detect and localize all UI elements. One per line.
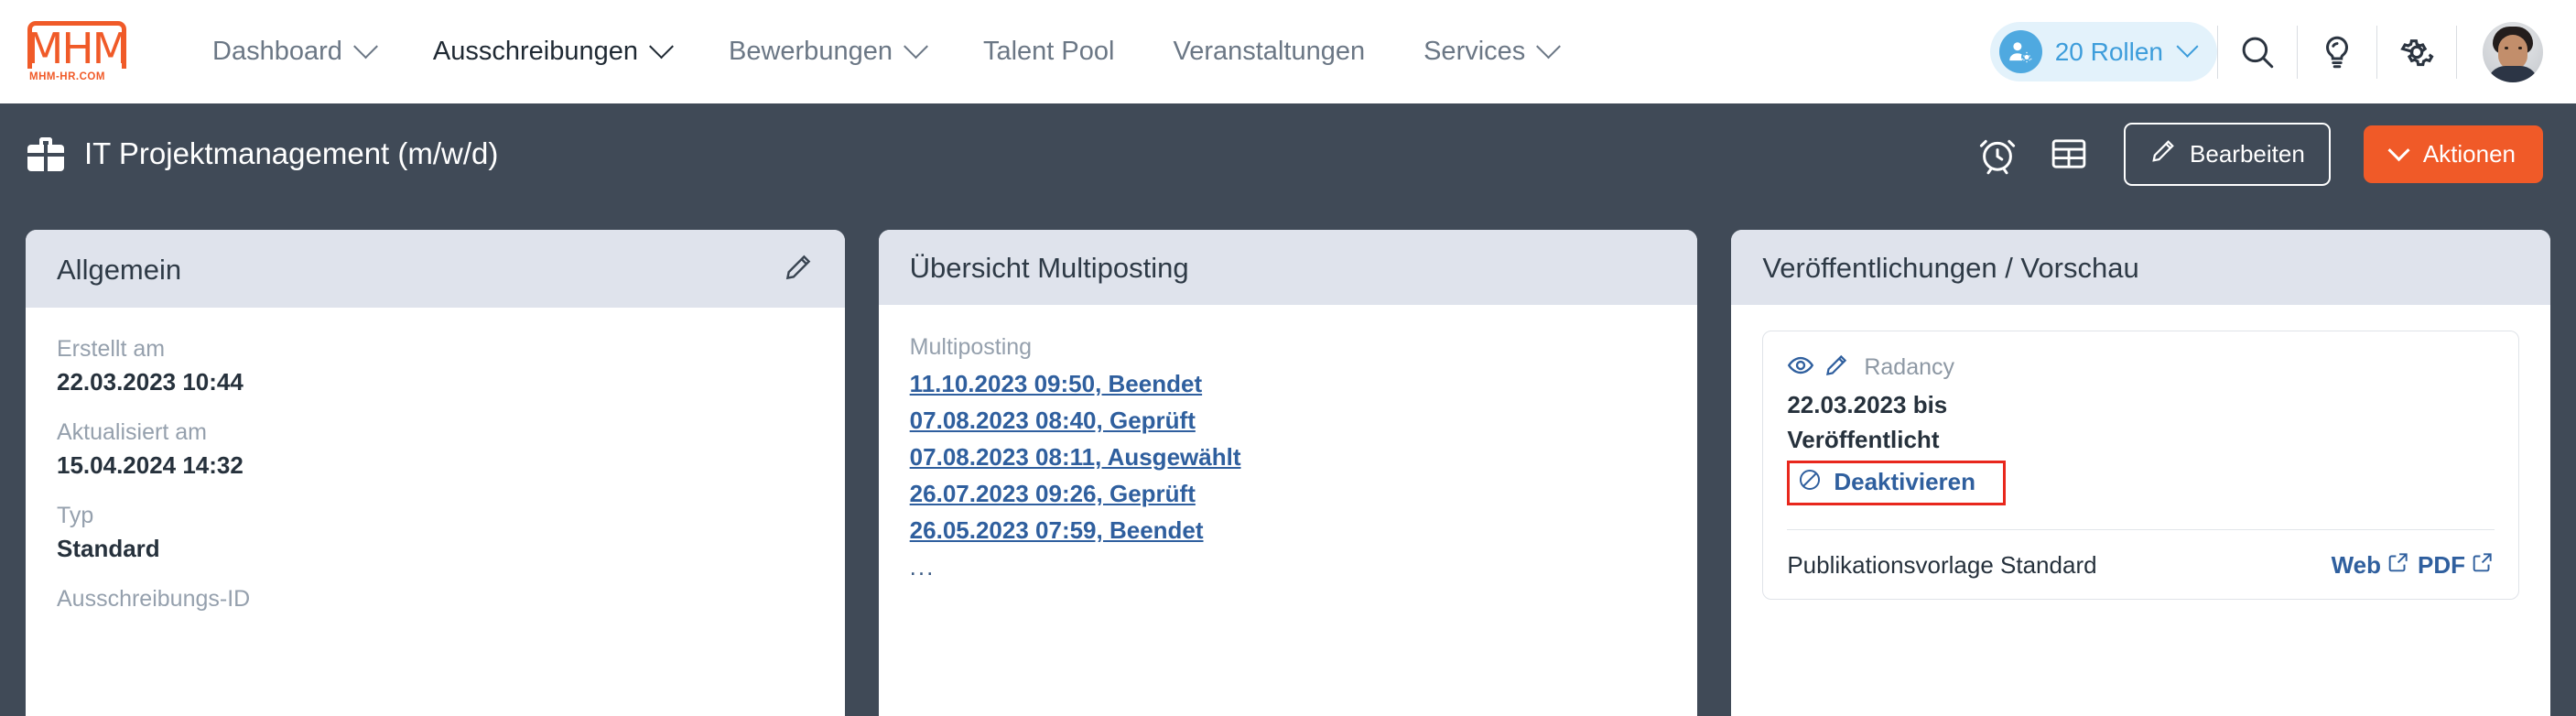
card-title: Veröffentlichungen / Vorschau bbox=[1762, 252, 2139, 284]
main-menu: Dashboard Ausschreibungen Bewerbungen Ta… bbox=[183, 34, 1586, 67]
field-value: 22.03.2023 10:44 bbox=[57, 368, 244, 396]
cards-row: Allgemein Erstellt am 22.03.2023 10:44 A… bbox=[0, 204, 2576, 716]
pencil-icon[interactable] bbox=[1824, 353, 1849, 383]
roles-label: 20 Rollen bbox=[2054, 37, 2163, 66]
logo-subtitle: MHM-HR.COM bbox=[29, 71, 105, 82]
avatar[interactable] bbox=[2483, 21, 2543, 82]
card-title: Übersicht Multiposting bbox=[909, 252, 1189, 284]
top-navigation-bar: MHM MHM-HR.COM Dashboard Ausschreibungen… bbox=[0, 0, 2576, 103]
list-item[interactable]: 26.07.2023 09:26, Geprüft bbox=[910, 475, 1667, 512]
deactivate-label: Deaktivieren bbox=[1834, 468, 1975, 495]
publication-state: Veröffentlicht bbox=[1787, 426, 1940, 453]
lightbulb-icon[interactable] bbox=[2298, 25, 2376, 80]
card-header: Allgemein bbox=[26, 230, 845, 308]
external-link-icon bbox=[2387, 550, 2410, 580]
card-body: Radancy 22.03.2023 bis Veröffentlicht De… bbox=[1731, 305, 2550, 716]
search-icon[interactable] bbox=[2218, 25, 2297, 80]
field-ausschreibungs-id: Ausschreibungs-ID bbox=[57, 583, 814, 614]
field-label: Aktualisiert am bbox=[57, 419, 207, 445]
publication-links: Web PDF bbox=[2332, 550, 2495, 580]
card-title: Allgemein bbox=[57, 253, 182, 286]
nav-item-veranstaltungen[interactable]: Veranstaltungen bbox=[1143, 37, 1394, 67]
user-gear-icon bbox=[1998, 30, 2042, 73]
field-typ: Typ Standard bbox=[57, 500, 814, 566]
card-header: Veröffentlichungen / Vorschau bbox=[1731, 230, 2551, 305]
page-title-actions: Bearbeiten Aktionen bbox=[1974, 122, 2543, 186]
ban-icon bbox=[1797, 467, 1823, 497]
publication-template-label: Publikationsvorlage Standard bbox=[1787, 551, 2097, 579]
card-body: Multiposting 11.10.2023 09:50, Beendet 0… bbox=[879, 305, 1698, 716]
card-uebersicht-multiposting: Übersicht Multiposting Multiposting 11.1… bbox=[878, 230, 1698, 716]
nav-item-label: Talent Pool bbox=[982, 37, 1115, 66]
chevron-down-icon bbox=[1536, 34, 1562, 60]
mhm-logo[interactable]: MHM MHM-HR.COM bbox=[27, 16, 135, 89]
multiposting-label: Multiposting bbox=[909, 334, 1033, 360]
alarm-clock-icon[interactable] bbox=[1974, 130, 2021, 178]
chevron-down-icon bbox=[649, 34, 674, 60]
pdf-link[interactable]: PDF bbox=[2418, 550, 2495, 580]
nav-item-talent-pool[interactable]: Talent Pool bbox=[954, 37, 1144, 67]
list-item[interactable]: 26.05.2023 07:59, Beendet bbox=[910, 512, 1667, 548]
nav-item-dashboard[interactable]: Dashboard bbox=[183, 34, 404, 67]
web-link-label: Web bbox=[2331, 551, 2382, 579]
publication-box: Radancy 22.03.2023 bis Veröffentlicht De… bbox=[1762, 331, 2520, 600]
field-label: Typ bbox=[57, 503, 94, 528]
roles-selector[interactable]: 20 Rollen bbox=[1989, 22, 2217, 81]
publication-footer: Publikationsvorlage Standard Web PDF bbox=[1787, 530, 2495, 580]
pdf-link-label: PDF bbox=[2418, 551, 2466, 579]
chevron-down-icon bbox=[2387, 138, 2410, 161]
list-more-indicator: ... bbox=[909, 553, 936, 580]
nav-item-label: Services bbox=[1423, 37, 1526, 66]
card-veroeffentlichungen: Veröffentlichungen / Vorschau Radancy 22… bbox=[1731, 230, 2551, 716]
chevron-down-icon bbox=[352, 34, 378, 60]
card-header: Übersicht Multiposting bbox=[878, 230, 1698, 305]
list-item[interactable]: 11.10.2023 09:50, Beendet bbox=[910, 365, 1667, 402]
nav-item-label: Veranstaltungen bbox=[1173, 37, 1366, 66]
avatar-eye bbox=[2505, 46, 2508, 49]
publication-vendor: Radancy bbox=[1864, 354, 1955, 380]
list-item[interactable]: 07.08.2023 08:11, Ausgewählt bbox=[910, 439, 1667, 475]
publication-header-row: Radancy bbox=[1787, 352, 2495, 384]
eye-icon[interactable] bbox=[1787, 352, 1814, 384]
pencil-icon[interactable] bbox=[783, 252, 814, 287]
web-link[interactable]: Web bbox=[2332, 550, 2410, 580]
logo-letters: MHM bbox=[27, 24, 126, 69]
avatar-face bbox=[2498, 34, 2527, 70]
nav-item-bewerbungen[interactable]: Bewerbungen bbox=[699, 34, 954, 67]
avatar-eye bbox=[2518, 46, 2522, 49]
field-erstellt-am: Erstellt am 22.03.2023 10:44 bbox=[57, 333, 814, 399]
edit-button[interactable]: Bearbeiten bbox=[2124, 122, 2331, 186]
pencil-icon bbox=[2149, 137, 2177, 171]
top-nav-right-group: 20 Rollen bbox=[1989, 21, 2543, 82]
divider bbox=[2456, 25, 2457, 79]
page-title-bar: IT Projektmanagement (m/w/d) Bearbeiten … bbox=[0, 103, 2576, 204]
card-body: Erstellt am 22.03.2023 10:44 Aktualisier… bbox=[26, 308, 845, 716]
list-item[interactable]: 07.08.2023 08:40, Geprüft bbox=[910, 402, 1667, 439]
card-allgemein: Allgemein Erstellt am 22.03.2023 10:44 A… bbox=[26, 230, 845, 716]
publication-date: 22.03.2023 bis bbox=[1787, 391, 1948, 418]
external-link-icon bbox=[2471, 550, 2495, 580]
field-label: Erstellt am bbox=[57, 336, 166, 362]
briefcase-icon bbox=[27, 136, 64, 171]
gear-icon[interactable] bbox=[2377, 25, 2456, 80]
nav-item-label: Ausschreibungen bbox=[432, 37, 638, 66]
avatar-body bbox=[2487, 65, 2538, 82]
field-aktualisiert-am: Aktualisiert am 15.04.2024 14:32 bbox=[57, 417, 814, 483]
page-title: IT Projektmanagement (m/w/d) bbox=[84, 136, 499, 170]
actions-button-label: Aktionen bbox=[2422, 139, 2516, 168]
nav-item-ausschreibungen[interactable]: Ausschreibungen bbox=[404, 34, 699, 67]
logo-mark: MHM bbox=[27, 21, 126, 69]
table-grid-icon[interactable] bbox=[2045, 130, 2093, 178]
nav-item-services[interactable]: Services bbox=[1394, 34, 1586, 67]
field-value: Standard bbox=[57, 535, 160, 562]
deactivate-link[interactable]: Deaktivieren bbox=[1787, 461, 2006, 505]
actions-button[interactable]: Aktionen bbox=[2363, 125, 2543, 183]
chevron-down-icon bbox=[904, 34, 928, 60]
field-label: Ausschreibungs-ID bbox=[57, 586, 251, 612]
chevron-down-icon bbox=[2176, 35, 2199, 58]
field-value: 15.04.2024 14:32 bbox=[57, 451, 244, 479]
nav-item-label: Dashboard bbox=[212, 37, 342, 66]
edit-button-label: Bearbeiten bbox=[2190, 139, 2305, 168]
nav-item-label: Bewerbungen bbox=[728, 37, 893, 66]
